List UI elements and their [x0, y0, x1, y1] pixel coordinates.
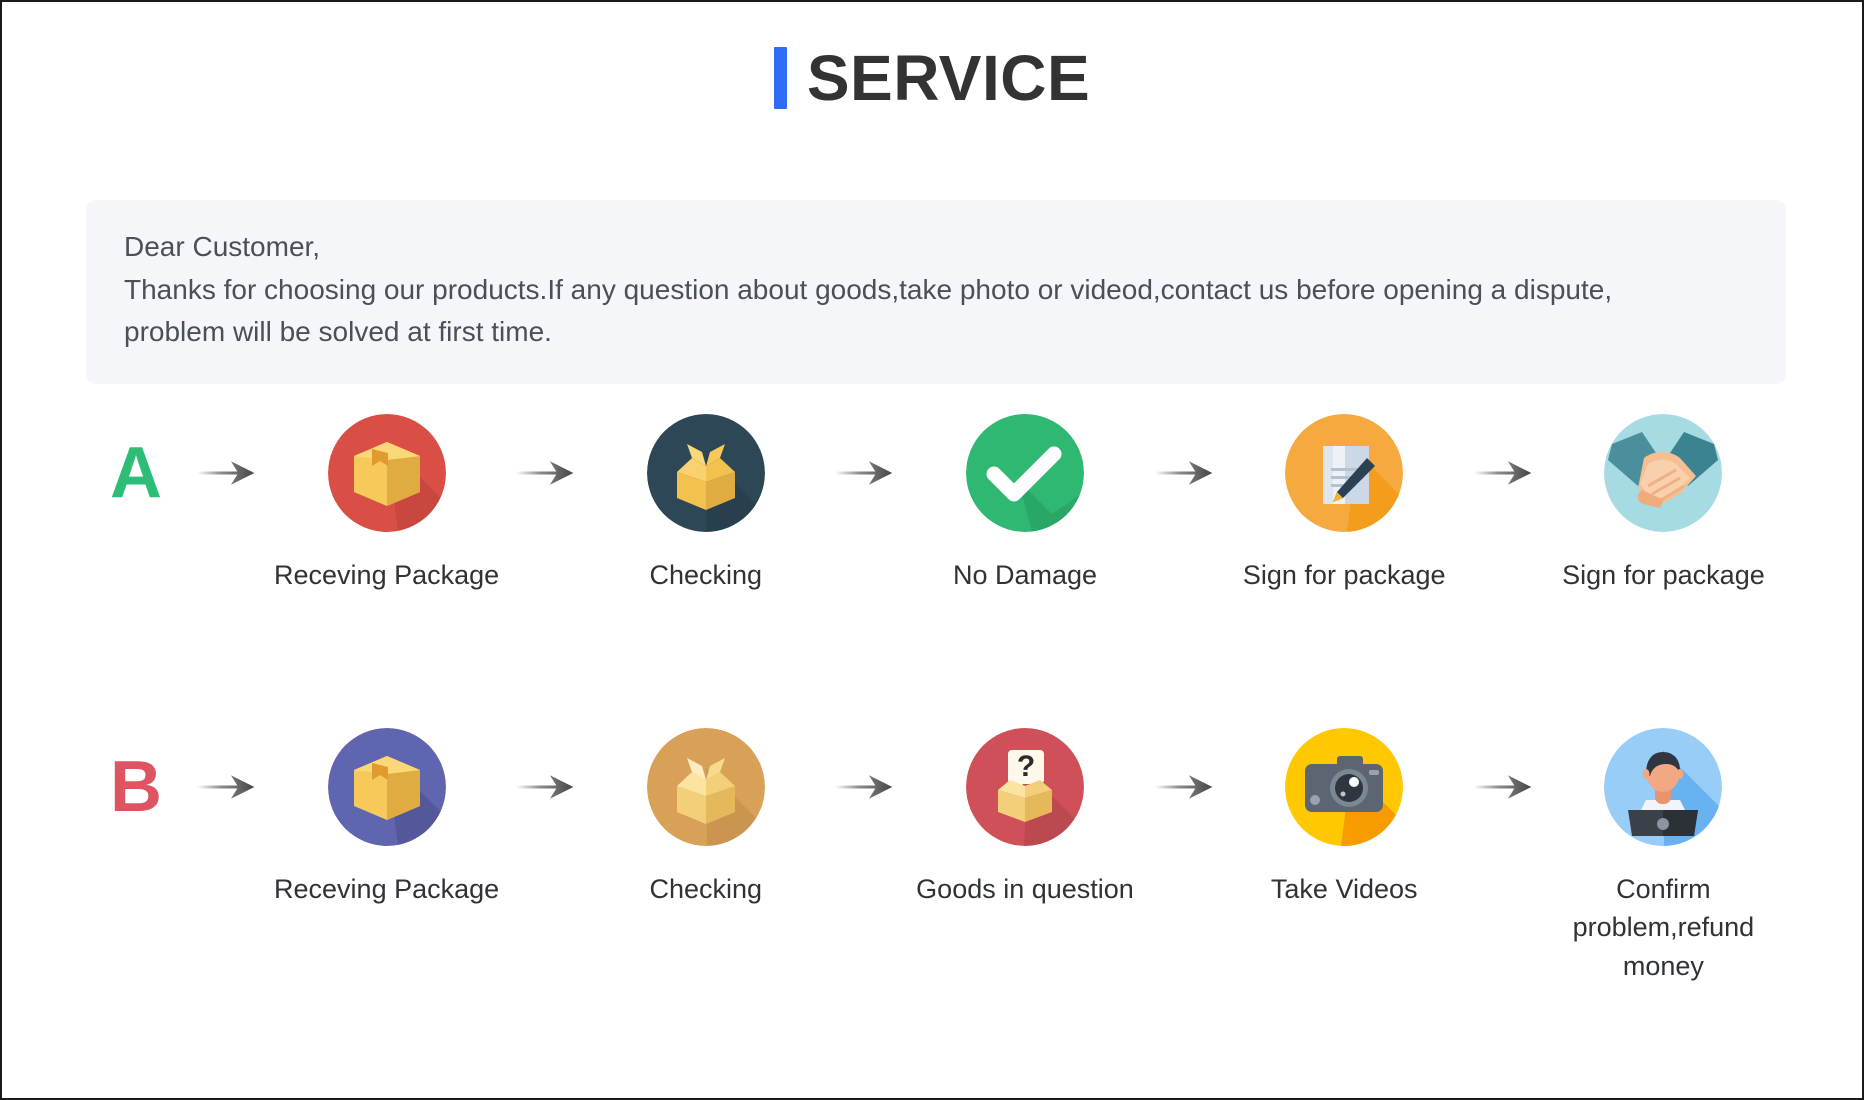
title-accent-bar — [773, 47, 787, 109]
flow-b-step-2: Checking — [589, 728, 822, 908]
arrow-icon — [184, 728, 270, 846]
flow-b-step-4: Take Videos — [1228, 728, 1461, 908]
open-box-icon — [646, 414, 765, 532]
arrow-icon — [1142, 414, 1228, 532]
flow-a-step-1-label: Receving Package — [274, 560, 500, 590]
package-box-icon — [327, 414, 446, 532]
flow-b-step-1: Receving Package — [270, 728, 503, 908]
flow-row-b: B Receving Package Checking ? Goods in q… — [2, 728, 1862, 985]
arrow-icon — [822, 414, 908, 532]
flow-a-step-4: Sign for package — [1228, 414, 1461, 594]
question-box-icon: ? — [966, 728, 1084, 846]
flow-a-letter: A — [110, 433, 162, 513]
flow-b-step-3-label: Goods in question — [916, 874, 1134, 904]
flow-a-step-1: Receving Package — [270, 414, 503, 594]
flow-b-step-4-label: Take Videos — [1270, 874, 1418, 904]
notice-line-3: problem will be solved at first time. — [124, 316, 552, 348]
arrow-icon — [184, 414, 270, 532]
document-pen-icon — [1285, 414, 1404, 532]
notice-line-2: Thanks for choosing our products.If any … — [124, 273, 1613, 305]
arrow-icon — [1461, 728, 1547, 846]
arrow-icon — [503, 414, 589, 532]
arrow-icon — [503, 728, 589, 846]
flow-b-step-5-label: Confirm problem,refund money — [1572, 874, 1755, 981]
arrow-icon — [1461, 414, 1547, 532]
page-title-text: SERVICE — [806, 42, 1091, 114]
flow-b-step-3: ? Goods in question — [908, 728, 1141, 908]
check-mark-icon — [966, 414, 1084, 532]
flow-row-a: A Receving Package Checking No Damage Si… — [2, 414, 1862, 594]
flow-b-step-2-label: Checking — [649, 874, 763, 904]
notice-line-1: Dear Customer, — [124, 231, 321, 262]
flow-b-step-5: Confirm problem,refund money — [1547, 728, 1780, 985]
flow-b-letter: B — [110, 747, 162, 827]
customer-notice-box: Dear Customer, Thanks for choosing our p… — [86, 200, 1786, 384]
flow-a-step-4-label: Sign for package — [1242, 560, 1446, 590]
flow-a-step-5-label: Sign for package — [1562, 560, 1765, 590]
flow-a-step-5: Sign for package — [1547, 414, 1780, 594]
handshake-icon — [1604, 414, 1723, 532]
open-box-icon — [646, 728, 765, 846]
flow-b-step-1-label: Receving Package — [274, 874, 500, 904]
page-title: SERVICE — [2, 46, 1862, 110]
flow-a-step-2: Checking — [589, 414, 822, 594]
flow-a-step-3: No Damage — [908, 414, 1141, 594]
arrow-icon — [822, 728, 908, 846]
service-page: SERVICE Dear Customer, Thanks for choosi… — [0, 0, 1864, 1100]
flow-a-step-2-label: Checking — [649, 560, 763, 590]
flow-a-step-3-label: No Damage — [952, 560, 1098, 590]
svg-text:?: ? — [1017, 750, 1035, 783]
support-agent-icon — [1604, 728, 1723, 846]
camera-icon — [1285, 728, 1404, 846]
arrow-icon — [1142, 728, 1228, 846]
package-box-icon — [327, 728, 446, 846]
